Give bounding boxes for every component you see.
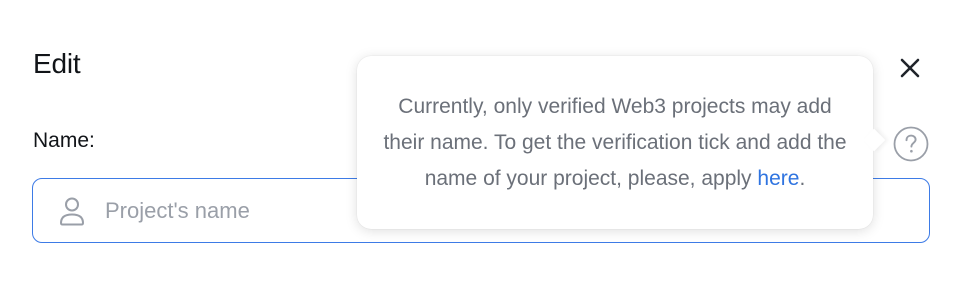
close-icon [900,58,920,78]
question-circle-icon [893,126,929,162]
tooltip-arrow [862,128,886,152]
close-button[interactable] [894,52,926,84]
verification-tooltip: Currently, only verified Web3 projects m… [357,56,886,229]
name-field-label: Name: [33,129,95,152]
modal-title: Edit [33,48,81,79]
tooltip-text: Currently, only verified Web3 projects m… [377,89,853,197]
help-button[interactable] [892,125,930,163]
apply-here-link[interactable]: here [757,167,799,190]
user-icon [59,197,85,226]
edit-modal: Edit Name: Currently, only verified Web3… [0,0,964,292]
tooltip-period: . [799,166,806,190]
